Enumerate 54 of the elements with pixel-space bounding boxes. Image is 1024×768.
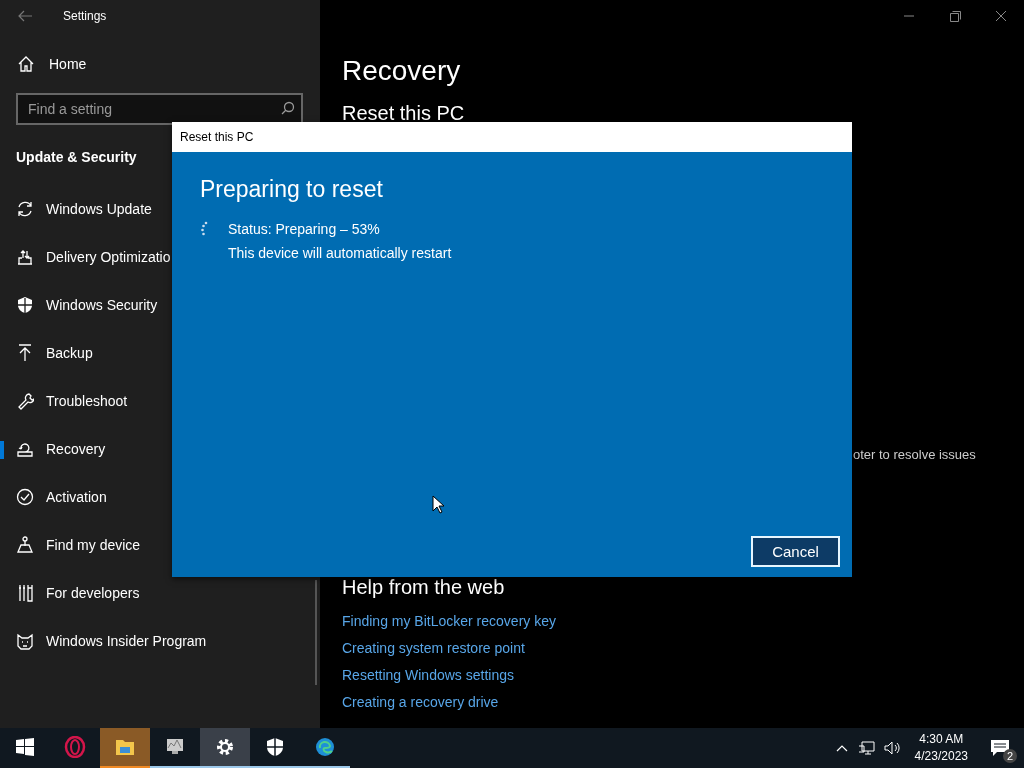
house-icon	[17, 55, 35, 73]
back-arrow-icon[interactable]	[17, 10, 33, 22]
check-circle-icon	[16, 488, 34, 506]
network-icon[interactable]	[856, 740, 875, 756]
chevron-up-icon[interactable]	[834, 743, 849, 753]
up-arrow-icon	[16, 344, 34, 362]
nav-item[interactable]: Backup	[0, 329, 95, 377]
search-icon	[281, 101, 295, 115]
nav-item[interactable]: Delivery Optimizatio	[0, 233, 173, 281]
shield-icon	[16, 296, 34, 314]
cancel-button[interactable]: Cancel	[751, 536, 840, 567]
clock-date[interactable]: 4/23/2023	[914, 748, 968, 765]
volume-icon[interactable]	[882, 740, 903, 756]
nav-item[interactable]: Windows Insider Program	[0, 617, 209, 665]
spinner-icon	[200, 221, 208, 237]
wrench-icon	[16, 392, 34, 410]
nav-item[interactable]: Windows Security	[0, 281, 160, 329]
nav-item[interactable]: For developers	[0, 569, 142, 617]
clock-time[interactable]: 4:30 AM	[919, 731, 964, 748]
page-title: Recovery	[342, 55, 461, 87]
home-link[interactable]: Home	[0, 32, 320, 79]
nav-item[interactable]: Recovery	[0, 425, 108, 473]
cat-face-icon	[16, 632, 34, 650]
help-link[interactable]: Creating a recovery drive	[342, 694, 499, 710]
pointer-icon	[432, 495, 444, 514]
nav-item[interactable]: Find my device	[0, 521, 143, 569]
notification-badge: 2	[1003, 749, 1017, 763]
tools-icon	[16, 584, 34, 602]
swirl-icon	[314, 736, 336, 758]
status-text: Status: Preparing – 53%	[228, 221, 381, 237]
nav-item[interactable]: Windows Update	[0, 185, 154, 233]
dialog-title: Reset this PC	[172, 122, 852, 152]
locator-icon	[16, 536, 34, 554]
help-link[interactable]: Creating system restore point	[342, 640, 525, 656]
section-heading: Reset this PC	[342, 102, 465, 125]
gear-icon	[214, 736, 236, 758]
taskbar-button[interactable]	[200, 728, 250, 768]
upload-tray-icon	[16, 248, 34, 266]
windows-start-icon	[14, 736, 36, 758]
section-heading: Update & Security	[16, 149, 137, 165]
window-title: Settings	[63, 9, 107, 23]
help-link[interactable]: Finding my BitLocker recovery key	[342, 613, 556, 629]
shield-icon	[264, 736, 286, 758]
recovery-icon	[16, 440, 34, 458]
search-field[interactable]: Find a setting	[16, 93, 303, 125]
nav-item[interactable]: Troubleshoot	[0, 377, 130, 425]
restart-note: This device will automatically restart	[228, 245, 452, 261]
description-text: oter to resolve issues	[853, 447, 976, 462]
nav-item[interactable]: Activation	[0, 473, 109, 521]
section-heading: Help from the web	[342, 576, 505, 599]
ring-icon	[64, 736, 86, 758]
dialog-heading: Preparing to reset	[200, 176, 384, 203]
update-icon	[16, 200, 34, 218]
help-link[interactable]: Resetting Windows settings	[342, 667, 514, 683]
